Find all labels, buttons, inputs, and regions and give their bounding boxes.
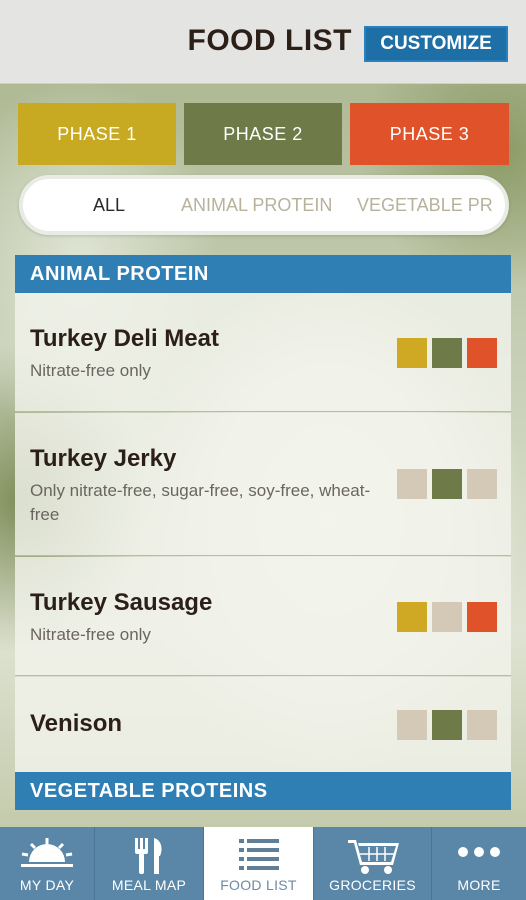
phase-1-indicator [397,710,427,740]
bottom-nav: MY DAY MEAL MAP FOOD LIST GROCERIES MORE [0,827,526,900]
phase-3-indicator [467,469,497,499]
nav-more[interactable]: MORE [432,827,526,900]
nav-groceries[interactable]: GROCERIES [314,827,432,900]
food-list: ANIMAL PROTEIN Turkey Deli Meat Nitrate-… [15,255,511,812]
food-note: Only nitrate-free, sugar-free, soy-free,… [30,481,371,524]
phase-1-indicator [397,469,427,499]
phase-2-indicator [432,602,462,632]
phase-1-indicator [397,338,427,368]
food-note: Nitrate-free only [30,625,151,644]
nav-label: MORE [457,877,501,893]
cart-icon [347,836,399,881]
list-item[interactable]: Turkey Sausage Nitrate-free only [15,557,511,676]
phase-indicators [397,710,497,740]
list-item[interactable]: Turkey Jerky Only nitrate-free, sugar-fr… [15,413,511,556]
phase-indicators [397,469,497,499]
nav-my-day[interactable]: MY DAY [0,827,95,900]
phase-3-indicator [467,602,497,632]
fork-knife-icon [129,836,169,881]
list-item[interactable]: Venison [15,677,511,772]
phase-3-indicator [467,338,497,368]
food-name: Turkey Jerky [30,445,177,472]
page-title: FOOD LIST [187,24,352,57]
more-dots-icon [457,845,501,863]
phase-indicators [397,338,497,368]
phase-1-indicator [397,602,427,632]
sunrise-icon [19,836,75,877]
section-header-animal-protein: ANIMAL PROTEIN [15,255,511,293]
phase-selector: PHASE 1 PHASE 2 PHASE 3 [18,103,509,165]
nav-label: FOOD LIST [220,877,297,893]
customize-button[interactable]: CUSTOMIZE [364,26,508,62]
nav-meal-map[interactable]: MEAL MAP [95,827,204,900]
list-icon [237,836,281,879]
phase-2-indicator [432,469,462,499]
food-name: Turkey Deli Meat [30,325,219,352]
phase-2-indicator [432,338,462,368]
nav-label: MY DAY [19,877,75,893]
filter-all[interactable]: ALL [93,179,125,231]
category-filter: ALL ANIMAL PROTEIN VEGETABLE PR [19,175,509,235]
phase-3-button[interactable]: PHASE 3 [350,103,509,165]
food-name: Venison [30,710,123,737]
section-header-vegetable-proteins: VEGETABLE PROTEINS [15,772,511,810]
list-item[interactable]: Turkey Deli Meat Nitrate-free only [15,293,511,412]
phase-1-button[interactable]: PHASE 1 [18,103,176,165]
food-note: Nitrate-free only [30,361,151,380]
phase-3-indicator [467,710,497,740]
phase-indicators [397,602,497,632]
filter-vegetable-protein[interactable]: VEGETABLE PR [357,179,493,231]
phase-2-button[interactable]: PHASE 2 [184,103,342,165]
top-bar: FOOD LIST CUSTOMIZE [0,0,526,84]
nav-food-list[interactable]: FOOD LIST [204,827,314,900]
filter-animal-protein[interactable]: ANIMAL PROTEIN [181,179,332,231]
food-name: Turkey Sausage [30,589,213,616]
nav-label: MEAL MAP [111,877,187,893]
nav-label: GROCERIES [329,877,416,893]
phase-2-indicator [432,710,462,740]
